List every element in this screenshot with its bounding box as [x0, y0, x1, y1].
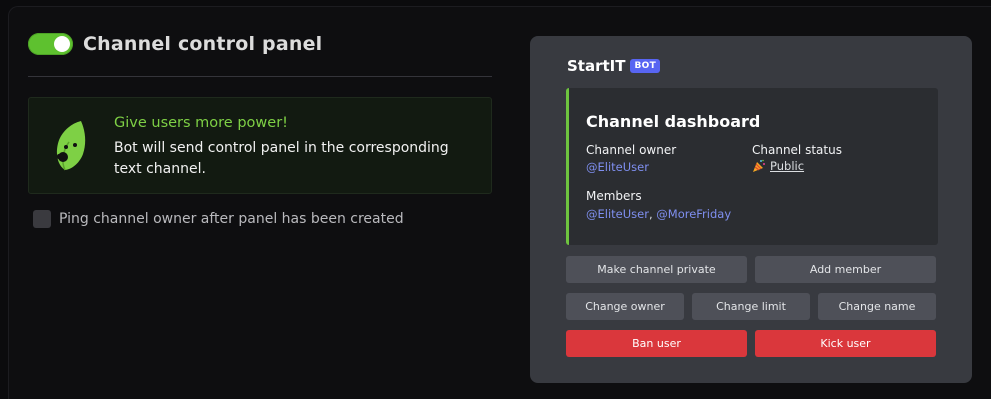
ping-label: Ping channel owner after panel has been … [59, 211, 404, 227]
owner-label: Channel owner [586, 143, 677, 157]
info-text: Bot will send control panel in the corre… [114, 140, 449, 177]
info-box: Give users more power! Bot will send con… [28, 97, 492, 194]
change-owner-button[interactable]: Change owner [566, 293, 684, 320]
ban-user-button[interactable]: Ban user [566, 330, 747, 357]
ping-option[interactable]: Ping channel owner after panel has been … [33, 210, 404, 228]
member-mention[interactable]: @EliteUser [586, 207, 649, 221]
party-popper-icon [753, 159, 765, 172]
make-private-button[interactable]: Make channel private [566, 256, 747, 283]
toggle-knob [54, 36, 70, 52]
change-name-button[interactable]: Change name [818, 293, 936, 320]
owner-mention[interactable]: @EliteUser [586, 160, 649, 174]
status-label: Channel status [752, 143, 842, 157]
members-list: @EliteUser, @MoreFriday [586, 207, 731, 221]
ping-checkbox[interactable] [33, 210, 51, 228]
embed: Channel dashboard Channel owner @EliteUs… [566, 88, 938, 245]
bot-badge: BOT [630, 59, 661, 73]
leaf-mascot-icon [56, 121, 86, 171]
page-title: Channel control panel [83, 33, 323, 55]
embed-title: Channel dashboard [586, 112, 761, 131]
change-limit-button[interactable]: Change limit [692, 293, 810, 320]
info-heading: Give users more power! [114, 115, 288, 131]
header-divider [28, 76, 492, 77]
member-mention[interactable]: @MoreFriday [656, 207, 731, 221]
status-value: Public [752, 159, 804, 173]
kick-user-button[interactable]: Kick user [755, 330, 936, 357]
preview-card: StartIT BOT Channel dashboard Channel ow… [530, 36, 972, 383]
add-member-button[interactable]: Add member [755, 256, 936, 283]
status-text[interactable]: Public [770, 159, 804, 173]
members-label: Members [586, 189, 642, 203]
bot-name: StartIT [567, 57, 626, 75]
bot-header: StartIT BOT [567, 57, 661, 75]
panel-header: Channel control panel [28, 33, 322, 55]
enable-toggle[interactable] [28, 33, 73, 55]
